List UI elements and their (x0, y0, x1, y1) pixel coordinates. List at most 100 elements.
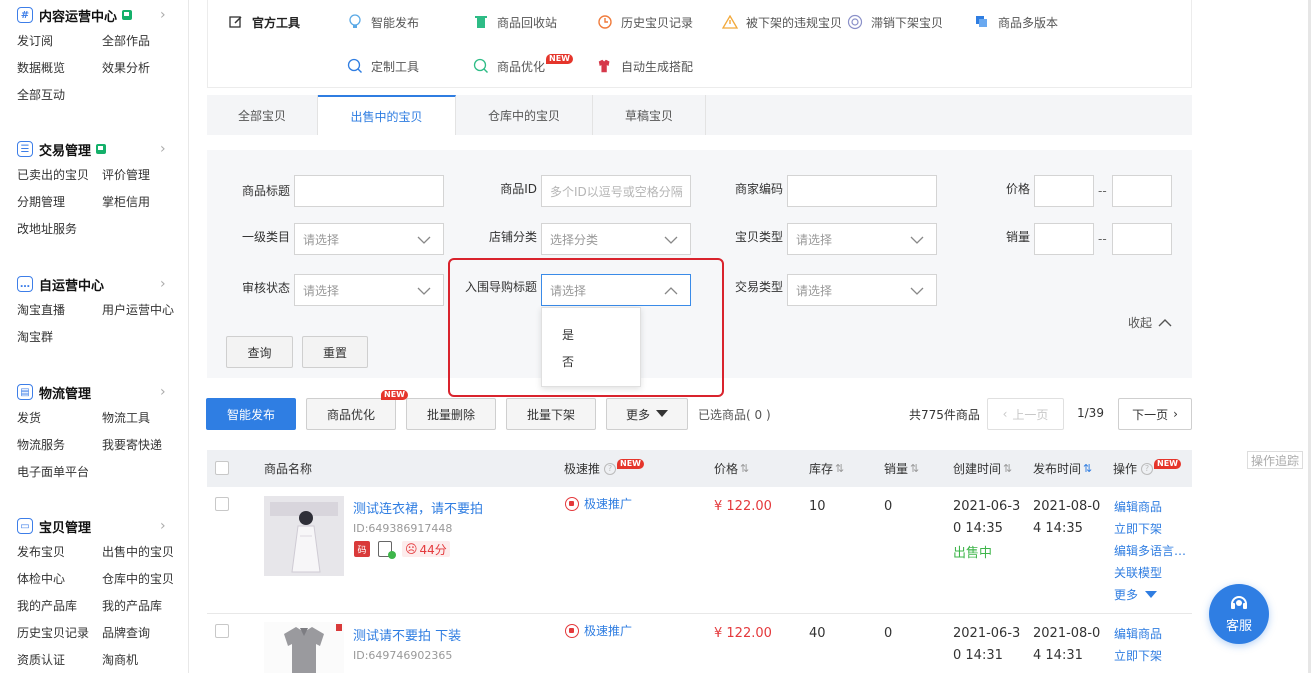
price-max-input[interactable] (1112, 175, 1172, 207)
sidebar-item[interactable]: 我要寄快递 (102, 436, 187, 454)
next-page-button[interactable]: 下一页 › (1118, 398, 1192, 430)
help-icon[interactable]: ? (604, 462, 617, 475)
sidebar-item[interactable]: 发订阅 (17, 32, 102, 50)
sidebar-item[interactable]: 效果分析 (102, 59, 187, 77)
tool-recycle-bin[interactable]: 商品回收站 (473, 12, 557, 32)
sidebar-item[interactable]: 仓库中的宝贝 (102, 570, 187, 588)
merchant-code-input[interactable] (787, 175, 937, 207)
prev-page-button[interactable]: ‹ 上一页 (987, 398, 1064, 430)
audit-status-select[interactable]: 请选择 (294, 274, 444, 306)
reset-button[interactable]: 重置 (302, 336, 368, 368)
sidebar-item[interactable]: 淘宝群 (17, 328, 102, 346)
sidebar-item[interactable]: 出售中的宝贝 (102, 543, 187, 561)
query-button[interactable]: 查询 (226, 336, 293, 368)
chevron-right-icon[interactable]: › (160, 274, 166, 294)
sidebar-item[interactable]: 淘商机 (102, 651, 187, 669)
header-sales[interactable]: 销量 ⇅ (884, 450, 919, 487)
sidebar-item[interactable]: 资质认证 (17, 651, 102, 669)
smart-publish-button[interactable]: 智能发布 (206, 398, 296, 430)
dropdown-option-yes[interactable]: 是 (562, 326, 574, 343)
shop-category-select[interactable]: 选择分类 (541, 223, 691, 255)
sidebar-item[interactable]: 分期管理 (17, 193, 102, 211)
sales-max-input[interactable] (1112, 223, 1172, 255)
tab-on-sale[interactable]: 出售中的宝贝 (318, 95, 456, 135)
tool-auto-match[interactable]: 自动生成搭配 (597, 56, 693, 76)
sidebar-section-header[interactable]: ☰ 交易管理 (17, 139, 107, 159)
sidebar-item[interactable]: 品牌查询 (102, 624, 187, 642)
tool-smart-publish[interactable]: 智能发布 (347, 12, 419, 32)
tool-violation[interactable]: 被下架的违规宝贝 (722, 12, 842, 32)
batch-delete-button[interactable]: 批量删除 (406, 398, 496, 430)
header-created[interactable]: 创建时间 ⇅ (953, 450, 1012, 487)
tab-all-items[interactable]: 全部宝贝 (207, 95, 318, 135)
sidebar-item[interactable]: 全部作品 (102, 32, 187, 50)
sidebar-item[interactable]: 电子面单平台 (17, 463, 102, 481)
more-ops-link[interactable]: 更多 (1114, 584, 1157, 606)
sidebar-item[interactable]: 已卖出的宝贝 (17, 166, 102, 184)
sidebar-item[interactable]: 发布宝贝 (17, 543, 102, 561)
collapse-toggle[interactable]: 收起 (1128, 314, 1172, 331)
product-title-link[interactable]: 测试请不要拍 下装 (353, 625, 461, 644)
tab-drafts[interactable]: 草稿宝贝 (593, 95, 706, 135)
tool-multi-version[interactable]: 商品多版本 (974, 12, 1058, 32)
tab-warehouse[interactable]: 仓库中的宝贝 (456, 95, 593, 135)
sidebar-item[interactable]: 物流服务 (17, 436, 102, 454)
promo-link[interactable]: 极速推广 (565, 622, 632, 639)
delist-now-link[interactable]: 立即下架 (1114, 645, 1162, 667)
sidebar-item[interactable]: 用户运营中心 (102, 301, 187, 319)
tool-custom[interactable]: 定制工具 (347, 56, 419, 76)
header-price[interactable]: 价格 ⇅ (714, 450, 749, 487)
batch-delist-button[interactable]: 批量下架 (506, 398, 596, 430)
tool-history[interactable]: 历史宝贝记录 (597, 12, 693, 32)
sidebar-item[interactable]: 发货 (17, 409, 102, 427)
sidebar-item[interactable]: 我的产品库 (17, 597, 102, 615)
quality-score-badge[interactable]: ☹ 44分 (402, 541, 450, 557)
sidebar-item[interactable]: 淘宝直播 (17, 301, 102, 319)
sidebar-item[interactable]: 改地址服务 (17, 220, 102, 238)
product-title-link[interactable]: 测试连衣裙，请不要拍 (353, 498, 483, 517)
sidebar-item[interactable]: 评价管理 (102, 166, 187, 184)
sidebar-item[interactable]: 体检中心 (17, 570, 102, 588)
sidebar-section-header[interactable]: … 自运营中心 (17, 274, 104, 294)
row-checkbox[interactable] (215, 624, 229, 638)
tool-slow-moving[interactable]: 滞销下架宝贝 (847, 12, 943, 32)
price-min-input[interactable] (1034, 175, 1094, 207)
sales-min-input[interactable] (1034, 223, 1094, 255)
title-input[interactable] (294, 175, 444, 207)
sidebar-item[interactable]: 数据概览 (17, 59, 102, 77)
id-input[interactable]: 多个ID以逗号或空格分隔 (541, 175, 691, 207)
select-all-checkbox[interactable] (215, 461, 229, 475)
sidebar-item[interactable]: 掌柜信用 (102, 193, 187, 211)
customer-service-button[interactable]: 客服 (1209, 584, 1269, 644)
header-published[interactable]: 发布时间 ⇅ (1033, 450, 1092, 487)
sidebar-section-header[interactable]: # 内容运营中心 (17, 5, 133, 25)
delist-now-link[interactable]: 立即下架 (1114, 518, 1162, 540)
product-thumbnail[interactable] (264, 496, 344, 576)
sidebar-section-header[interactable]: ▭ 宝贝管理 (17, 516, 91, 536)
row-checkbox[interactable] (215, 497, 229, 511)
operation-trace-button[interactable]: 操作追踪 (1247, 451, 1303, 469)
dropdown-option-no[interactable]: 否 (562, 353, 574, 370)
chevron-right-icon[interactable]: › (160, 516, 166, 536)
sidebar-item[interactable]: 物流工具 (102, 409, 187, 427)
more-button[interactable]: 更多 (606, 398, 688, 430)
chevron-right-icon[interactable]: › (160, 139, 166, 159)
help-icon[interactable]: ? (1141, 462, 1154, 475)
sidebar-section-header[interactable]: ▤ 物流管理 (17, 382, 91, 402)
tool-optimize[interactable]: 商品优化 NEW (473, 54, 573, 76)
edit-product-link[interactable]: 编辑商品 (1114, 496, 1162, 518)
header-stock[interactable]: 库存 ⇅ (809, 450, 844, 487)
optimize-button[interactable]: 商品优化 (306, 398, 396, 430)
sidebar-item[interactable]: 历史宝贝记录 (17, 624, 102, 642)
sidebar-item[interactable]: 全部互动 (17, 86, 102, 104)
category-select[interactable]: 请选择 (294, 223, 444, 255)
sidebar-item[interactable]: 我的产品库 (102, 597, 187, 615)
edit-product-link[interactable]: 编辑商品 (1114, 623, 1162, 645)
product-thumbnail[interactable] (264, 622, 344, 673)
edit-multilang-link[interactable]: 编辑多语言… (1114, 540, 1186, 562)
trade-type-select[interactable]: 请选择 (787, 274, 937, 306)
chevron-right-icon[interactable]: › (160, 5, 166, 25)
link-model-link[interactable]: 关联模型 (1114, 562, 1162, 584)
guide-title-select[interactable]: 请选择 (541, 274, 691, 306)
item-type-select[interactable]: 请选择 (787, 223, 937, 255)
